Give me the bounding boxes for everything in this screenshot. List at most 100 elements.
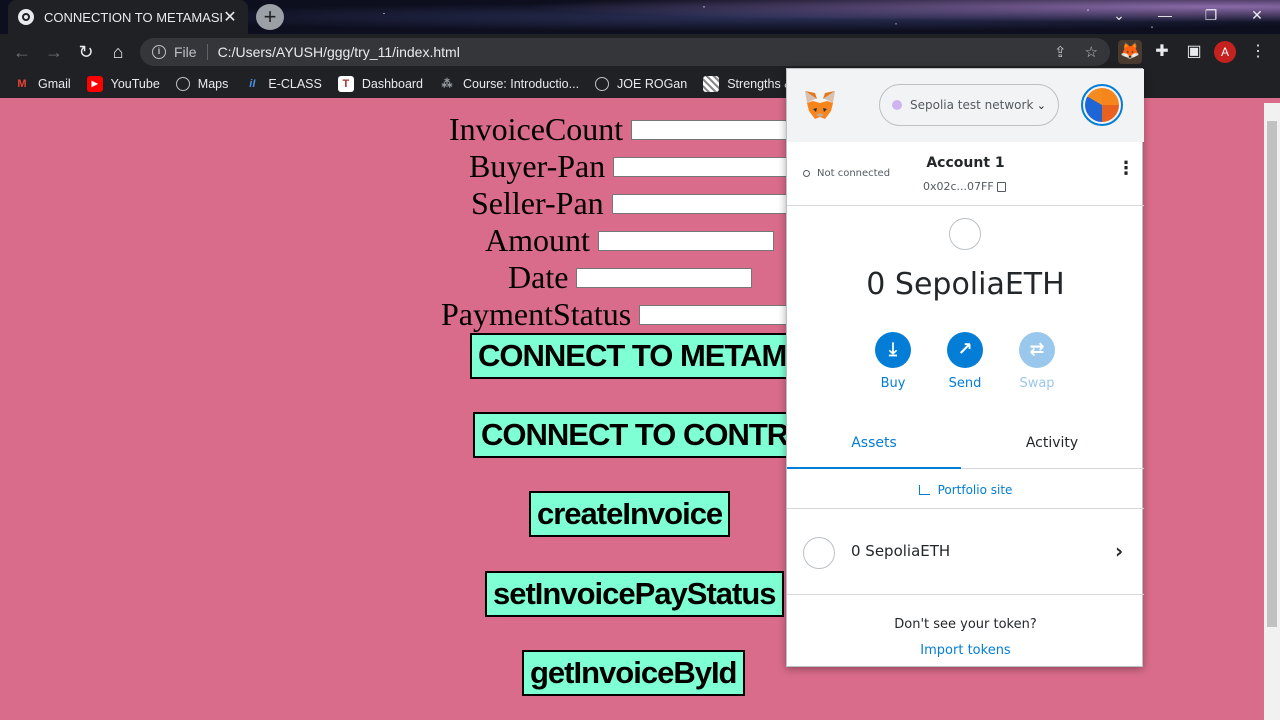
import-tokens-link[interactable]: Import tokens — [787, 643, 1144, 658]
field-label: Date — [508, 259, 569, 295]
account-bar: Not connected Account 1 0x02c...07FF ⋮ — [787, 142, 1144, 206]
minimize-icon[interactable]: — — [1142, 0, 1188, 30]
field-amount: Amount — [485, 222, 774, 259]
bookmark-dashboard[interactable]: T Dashboard — [337, 76, 424, 92]
strengths-icon — [703, 76, 720, 92]
globe-icon — [175, 77, 190, 91]
metamask-fox-icon[interactable] — [803, 89, 837, 121]
asset-identicon — [803, 537, 835, 569]
bookmark-label: Course: Introductio... — [463, 77, 580, 91]
divider — [206, 44, 208, 60]
home-icon[interactable]: ⌂ — [104, 38, 132, 66]
invoice-count-input[interactable] — [631, 119, 808, 140]
swap-label: Swap — [1019, 376, 1055, 391]
bookmark-gmail[interactable]: M Gmail — [14, 76, 71, 92]
network-status-dot — [892, 100, 902, 110]
tab-title: CONNECTION TO METAMASK — [44, 9, 222, 25]
page-scrollbar[interactable] — [1264, 103, 1280, 720]
star-icon[interactable]: ☆ — [1085, 43, 1098, 61]
account-options-icon[interactable]: ⋮ — [1117, 160, 1135, 178]
bookmark-label: Maps — [197, 77, 229, 91]
bookmark-label: Gmail — [38, 77, 71, 91]
portfolio-link[interactable]: Portfolio site — [787, 471, 1144, 509]
chevron-down-icon[interactable]: ⌄ — [1096, 0, 1142, 30]
address-bar[interactable]: i File C:/Users/AYUSH/ggg/try_11/index.h… — [140, 38, 1110, 66]
account-address[interactable]: 0x02c...07FF — [923, 180, 1006, 193]
swap-button[interactable]: ⇄ Swap — [1007, 332, 1067, 391]
bookmark-youtube[interactable]: ▶ YouTube — [86, 76, 160, 92]
browser-titlebar: CONNECTION TO METAMASK ✕ + ⌄ — ❐ ✕ — [0, 0, 1280, 34]
forward-arrow-icon[interactable]: → — [40, 38, 68, 66]
date-input[interactable] — [576, 267, 753, 288]
field-payment-status: PaymentStatus — [441, 296, 816, 333]
globe-icon — [595, 77, 610, 91]
swap-icon: ⇄ — [1019, 332, 1055, 368]
asset-row[interactable]: 0 SepoliaETH › — [787, 509, 1144, 595]
back-arrow-icon[interactable]: ← — [8, 38, 36, 66]
chevron-right-icon: › — [1115, 539, 1124, 563]
network-name: Sepolia test network — [910, 98, 1034, 112]
portfolio-label: Portfolio site — [937, 483, 1013, 497]
account-name[interactable]: Account 1 — [787, 155, 1144, 171]
field-label: PaymentStatus — [441, 296, 632, 332]
copy-icon[interactable] — [996, 181, 1006, 192]
browser-menu-icon[interactable]: ⋮ — [1246, 40, 1270, 64]
side-panel-icon[interactable]: ▣ — [1182, 40, 1206, 64]
window-close-icon[interactable]: ✕ — [1234, 0, 1280, 30]
create-invoice-button[interactable]: createInvoice — [529, 491, 731, 537]
set-invoice-pay-status-button[interactable]: setInvoicePayStatus — [485, 571, 784, 617]
info-icon[interactable]: i — [152, 45, 166, 59]
send-arrow-icon: ↗ — [947, 332, 983, 368]
network-selector[interactable]: Sepolia test network ⌄ — [879, 84, 1059, 126]
reload-icon[interactable]: ↻ — [72, 38, 100, 66]
course-icon: ⁂ — [441, 78, 453, 90]
send-button[interactable]: ↗ Send — [935, 332, 995, 391]
account-avatar[interactable] — [1081, 84, 1123, 126]
seller-pan-input[interactable] — [611, 193, 788, 214]
new-tab-button[interactable]: + — [256, 4, 284, 30]
restore-icon[interactable]: ❐ — [1188, 0, 1234, 30]
download-icon: ⤓ — [875, 332, 911, 368]
chart-icon — [918, 485, 930, 495]
field-date: Date — [508, 259, 753, 296]
bookmark-label: JOE ROGan — [617, 77, 688, 91]
bookmark-maps[interactable]: Maps — [175, 77, 229, 91]
metamask-tabs: Assets Activity — [787, 419, 1144, 469]
no-token-text: Don't see your token? — [894, 617, 1037, 632]
send-label: Send — [948, 376, 982, 391]
close-tab-icon[interactable]: ✕ — [222, 7, 238, 27]
balance-display: 0 SepoliaETH — [866, 267, 1065, 302]
tab-activity[interactable]: Activity — [965, 419, 1139, 469]
extensions-puzzle-icon[interactable]: ✚ — [1150, 40, 1174, 64]
field-label: Buyer-Pan — [469, 148, 606, 184]
metamask-extension-icon[interactable]: 🦊 — [1118, 40, 1142, 64]
field-buyer-pan: Buyer-Pan — [469, 148, 790, 185]
get-invoice-by-id-button[interactable]: getInvoiceById — [522, 650, 745, 696]
field-label: Seller-Pan — [471, 185, 604, 221]
metamask-popup: Sepolia test network ⌄ Not connected Acc… — [786, 68, 1144, 667]
jazzicon — [1085, 88, 1119, 122]
field-label: Amount — [485, 222, 590, 258]
bookmark-joe-rogan[interactable]: JOE ROGan — [595, 77, 687, 91]
youtube-icon: ▶ — [86, 76, 103, 92]
browser-toolbar: ← → ↻ ⌂ i File C:/Users/AYUSH/ggg/try_11… — [0, 34, 1280, 70]
globe-icon — [18, 9, 34, 25]
bookmark-label: YouTube — [110, 77, 160, 91]
buyer-pan-input[interactable] — [613, 156, 790, 177]
url-text[interactable]: C:/Users/AYUSH/ggg/try_11/index.html — [218, 44, 460, 60]
gmail-icon: M — [17, 78, 27, 90]
buy-button[interactable]: ⤓ Buy — [863, 332, 923, 391]
field-invoice-count: InvoiceCount — [449, 111, 808, 148]
bookmark-label: E-CLASS — [268, 77, 322, 91]
bookmark-course[interactable]: ⁂ Course: Introductio... — [439, 76, 580, 92]
browser-tab-active[interactable]: CONNECTION TO METAMASK ✕ — [8, 0, 248, 34]
profile-avatar[interactable]: A — [1214, 41, 1236, 63]
amount-input[interactable] — [597, 230, 774, 251]
status-ring-icon — [803, 170, 810, 177]
scrollbar-thumb[interactable] — [1267, 121, 1277, 627]
buy-label: Buy — [880, 376, 906, 391]
bookmark-eclass[interactable]: iI E-CLASS — [244, 76, 322, 92]
share-icon[interactable]: ⇪ — [1054, 43, 1067, 61]
bookmark-label: Dashboard — [361, 77, 424, 91]
tab-assets[interactable]: Assets — [787, 419, 961, 469]
